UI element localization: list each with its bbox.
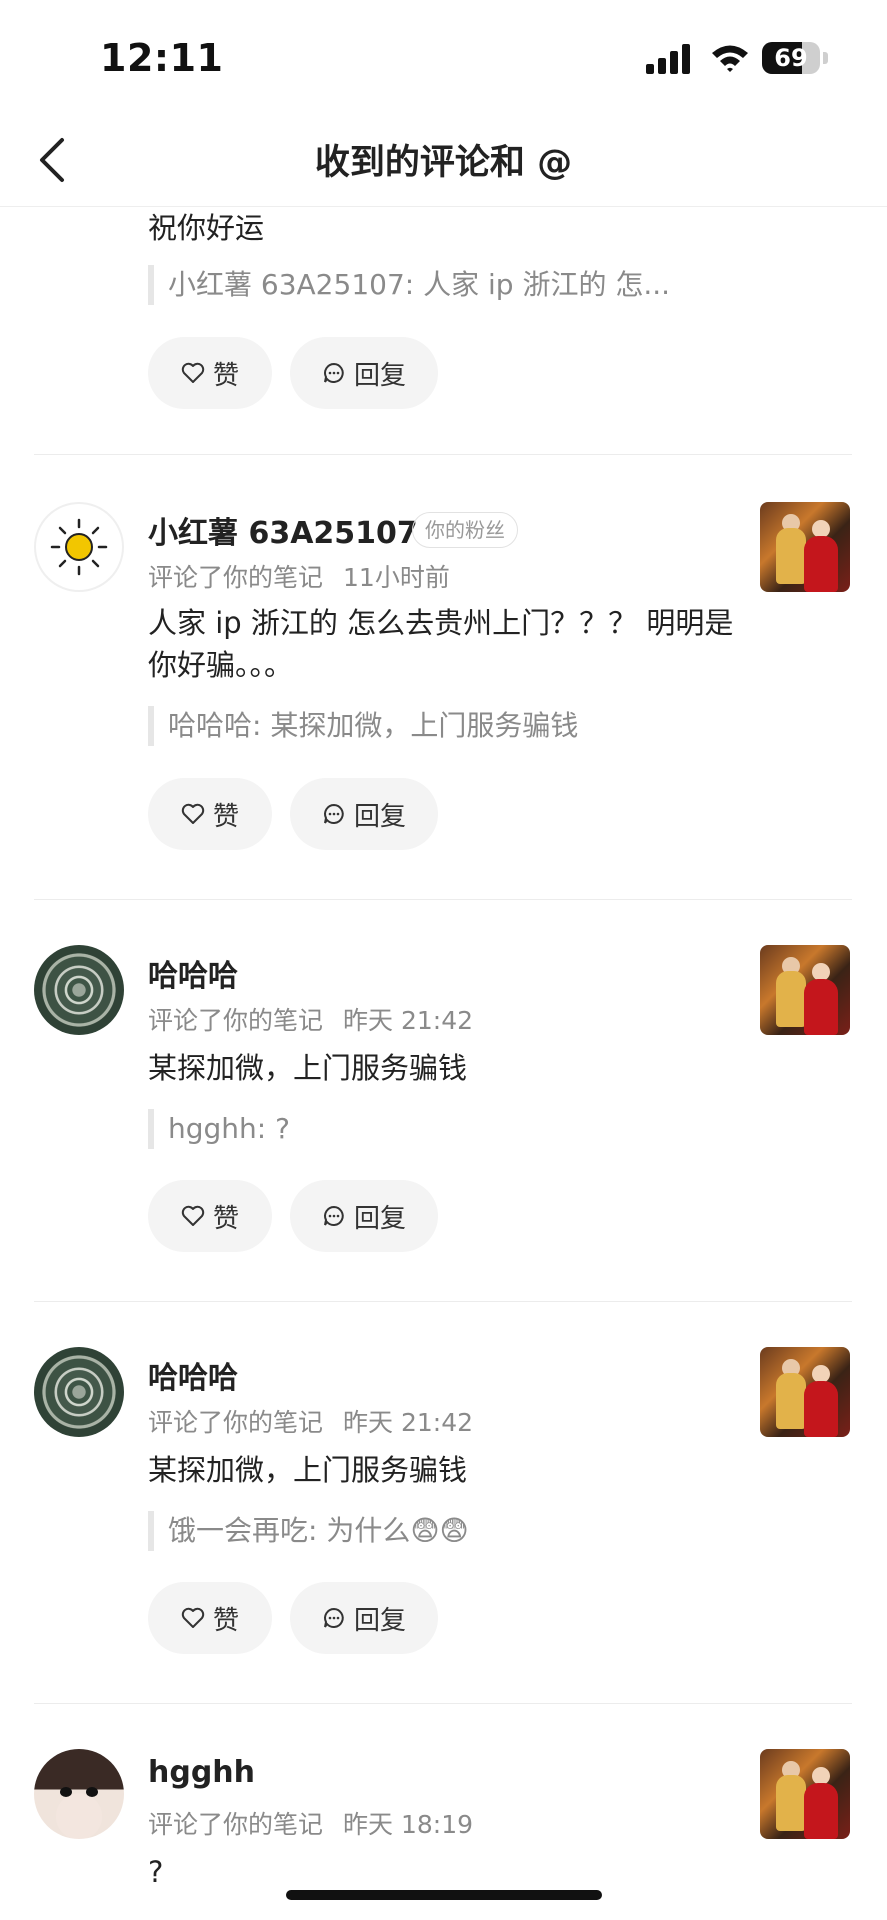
quoted-comment: 小红薯 63A25107: 人家 ip 浙江的 怎... [148, 265, 670, 305]
heart-icon [181, 362, 205, 383]
chat-bubble-icon [324, 1607, 344, 1628]
reply-button[interactable]: 回复 [290, 1582, 438, 1654]
divider [34, 1703, 852, 1704]
quoted-comment: 哈哈哈: 某探加微，上门服务骗钱 [148, 706, 578, 746]
heart-icon [181, 1607, 205, 1628]
reply-label: 回复 [353, 801, 406, 832]
nav-bar: 收到的评论和 @ [0, 112, 887, 207]
note-thumbnail[interactable] [760, 945, 850, 1035]
quoted-comment: hgghh: ? [148, 1109, 290, 1149]
username[interactable]: hgghh [148, 1755, 255, 1790]
reply-button[interactable]: 回复 [290, 1180, 438, 1252]
heart-icon [181, 1205, 205, 1226]
divider [34, 454, 852, 455]
reply-label: 回复 [353, 1203, 406, 1234]
username[interactable]: 小红薯 63A25107 [148, 508, 418, 552]
chat-bubble-icon [324, 362, 344, 383]
like-label: 赞 [212, 801, 239, 832]
avatar[interactable] [34, 1347, 124, 1437]
like-button[interactable]: 赞 [148, 778, 272, 850]
comment-text[interactable]: 人家 ip 浙江的 怎么去贵州上门？？？ 明明是你好骗。。。 [148, 602, 748, 686]
comment-meta: 评论了你的笔记 11小时前 [148, 563, 450, 592]
comment-meta: 评论了你的笔记 昨天 21:42 [148, 1006, 474, 1035]
battery-percent: 69 [774, 44, 808, 72]
status-time: 12:11 [100, 36, 224, 80]
avatar[interactable] [34, 502, 124, 592]
note-thumbnail[interactable] [760, 1749, 850, 1839]
username[interactable]: 哈哈哈 [148, 951, 238, 995]
scared-emoji-icon: 😨😨 [410, 1514, 469, 1547]
comment-text: 祝你好运 [148, 211, 265, 245]
status-bar: 12:11 69 [0, 0, 887, 112]
avatar[interactable] [34, 945, 124, 1035]
reply-button[interactable]: 回复 [290, 337, 438, 409]
comment-meta: 评论了你的笔记 昨天 21:42 [148, 1408, 474, 1437]
username[interactable]: 哈哈哈 [148, 1353, 238, 1397]
comment-text[interactable]: 某探加微，上门服务骗钱 [148, 1449, 748, 1491]
like-button[interactable]: 赞 [148, 1582, 272, 1654]
like-label: 赞 [212, 360, 239, 391]
comment-text[interactable]: 某探加微，上门服务骗钱 [148, 1047, 748, 1089]
chat-bubble-icon [324, 1205, 344, 1226]
reply-label: 回复 [353, 360, 406, 391]
like-label: 赞 [212, 1203, 239, 1234]
note-thumbnail[interactable] [760, 502, 850, 592]
divider [34, 1301, 852, 1302]
chat-bubble-icon [324, 803, 344, 824]
divider [34, 899, 852, 900]
home-indicator[interactable] [286, 1890, 602, 1900]
battery-icon: 69 [762, 42, 830, 74]
comment-text[interactable]: ? [148, 1851, 748, 1893]
note-thumbnail[interactable] [760, 1347, 850, 1437]
wifi-icon [712, 45, 748, 72]
heart-icon [181, 803, 205, 824]
like-label: 赞 [212, 1605, 239, 1636]
sun-icon [50, 518, 108, 576]
page-title: 收到的评论和 @ [314, 143, 573, 183]
comment-feed[interactable]: 祝你好运 小红薯 63A25107: 人家 ip 浙江的 怎... 赞 回复 小… [0, 207, 887, 1920]
reply-label: 回复 [353, 1605, 406, 1636]
cellular-signal-icon [646, 44, 690, 74]
fan-badge: 你的粉丝 [412, 512, 518, 548]
reply-button[interactable]: 回复 [290, 778, 438, 850]
like-button[interactable]: 赞 [148, 337, 272, 409]
comment-meta: 评论了你的笔记 昨天 18:19 [148, 1810, 474, 1839]
avatar[interactable] [34, 1749, 124, 1839]
like-button[interactable]: 赞 [148, 1180, 272, 1252]
quoted-comment: 饿一会再吃: 为什么😨😨 [148, 1511, 469, 1551]
